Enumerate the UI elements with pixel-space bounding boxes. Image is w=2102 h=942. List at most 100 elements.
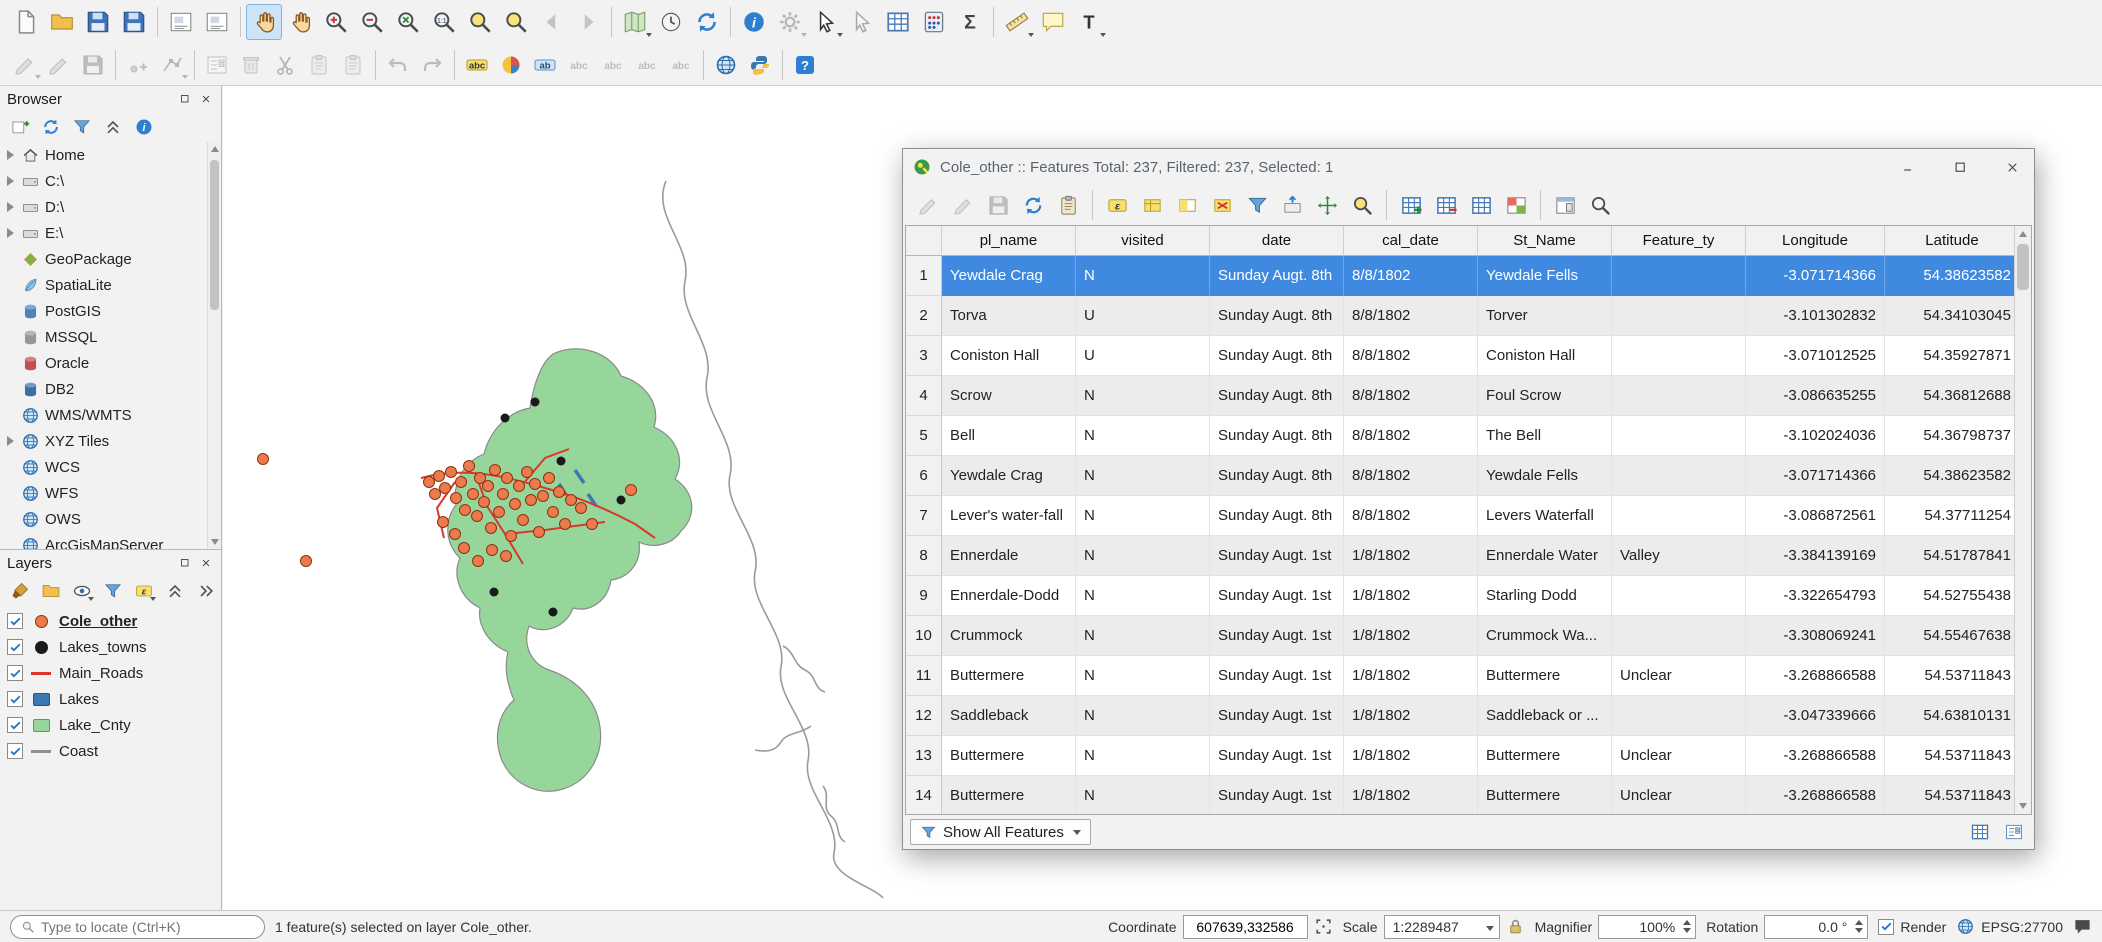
row-number[interactable]: 8 — [906, 536, 942, 576]
cell-feature-ty[interactable] — [1612, 256, 1746, 296]
cell-pl-name[interactable]: Ennerdale — [942, 536, 1076, 576]
cell-pl-name[interactable]: Coniston Hall — [942, 336, 1076, 376]
cell-longitude[interactable]: -3.322654793 — [1746, 576, 1885, 616]
cell-cal-date[interactable]: 1/8/1802 — [1344, 616, 1478, 656]
show-all-features-dropdown-icon[interactable] — [1073, 830, 1081, 835]
cell-date[interactable]: Sunday Augt. 8th — [1210, 256, 1344, 296]
zoom-in-button[interactable] — [318, 4, 354, 40]
cell-pl-name[interactable]: Lever's water-fall — [942, 496, 1076, 536]
cell-date[interactable]: Sunday Augt. 8th — [1210, 496, 1344, 536]
new-print-layout-button[interactable] — [163, 4, 199, 40]
row-number[interactable]: 13 — [906, 736, 942, 776]
layer-item-lake-cnty[interactable]: Lake_Cnty — [0, 712, 221, 738]
browser-item-wms-wmts[interactable]: WMS/WMTS — [5, 402, 207, 428]
expand-arrow-icon[interactable] — [5, 176, 16, 186]
cell-latitude[interactable]: 54.34103045 — [1885, 296, 2014, 336]
locate-box[interactable] — [10, 915, 265, 939]
cell-pl-name[interactable]: Bell — [942, 416, 1076, 456]
cell-st-name[interactable]: Torver — [1478, 296, 1612, 336]
vertex-tool-dropdown-icon[interactable] — [182, 75, 188, 79]
filter-by-expression-dropdown-icon[interactable] — [150, 597, 156, 601]
text-annotation-dropdown-icon[interactable] — [1100, 33, 1106, 37]
new-map-view-button[interactable] — [617, 4, 653, 40]
cell-latitude[interactable]: 54.53711843 — [1885, 776, 2014, 814]
table-scroll-up-icon[interactable] — [2015, 226, 2031, 242]
cell-feature-ty[interactable]: Unclear — [1612, 736, 1746, 776]
cell-date[interactable]: Sunday Augt. 8th — [1210, 416, 1344, 456]
browser-item-xyz-tiles[interactable]: XYZ Tiles — [5, 428, 207, 454]
layer-diagram-button[interactable] — [494, 48, 528, 82]
pin-labels-button[interactable] — [528, 48, 562, 82]
rotation-spinbox[interactable]: 0.0 ° — [1764, 915, 1868, 939]
map-tips-button[interactable] — [1035, 4, 1071, 40]
layer-item-lakes[interactable]: Lakes — [0, 686, 221, 712]
cell-longitude[interactable]: -3.071012525 — [1746, 336, 1885, 376]
crs-globe-icon[interactable] — [1956, 917, 1975, 936]
magnifier-spin-arrows[interactable] — [1683, 920, 1691, 933]
cell-longitude[interactable]: -3.101302832 — [1746, 296, 1885, 336]
zoom-to-layer-button[interactable] — [498, 4, 534, 40]
layer-checkbox[interactable] — [7, 691, 23, 707]
browser-item-db2[interactable]: DB2 — [5, 376, 207, 402]
cell-feature-ty[interactable]: Unclear — [1612, 656, 1746, 696]
extents-icon[interactable] — [1314, 917, 1333, 936]
browser-scroll-thumb[interactable] — [210, 160, 219, 310]
cell-pl-name[interactable]: Saddleback — [942, 696, 1076, 736]
browser-item-mssql[interactable]: MSSQL — [5, 324, 207, 350]
filter-select-form-button[interactable] — [1241, 189, 1273, 221]
cell-date[interactable]: Sunday Augt. 1st — [1210, 776, 1344, 814]
browser-collapse-all-button[interactable] — [100, 114, 126, 140]
cell-date[interactable]: Sunday Augt. 8th — [1210, 376, 1344, 416]
cell-date[interactable]: Sunday Augt. 8th — [1210, 456, 1344, 496]
new-project-button[interactable] — [8, 4, 44, 40]
help-button[interactable] — [788, 48, 822, 82]
layers-close-button[interactable] — [197, 555, 214, 572]
filter-legend-button[interactable] — [100, 578, 126, 604]
row-number[interactable]: 5 — [906, 416, 942, 456]
search-widget-button[interactable] — [1584, 189, 1616, 221]
layer-checkbox[interactable] — [7, 613, 23, 629]
select-all-button[interactable] — [1136, 189, 1168, 221]
cell-st-name[interactable]: Levers Waterfall — [1478, 496, 1612, 536]
cell-visited[interactable]: N — [1076, 376, 1210, 416]
row-number[interactable]: 4 — [906, 376, 942, 416]
select-by-expression-button[interactable] — [1101, 189, 1133, 221]
cell-feature-ty[interactable]: Unclear — [1612, 776, 1746, 814]
magnifier-spinbox[interactable]: 100% — [1598, 915, 1696, 939]
open-project-button[interactable] — [44, 4, 80, 40]
cell-pl-name[interactable]: Yewdale Crag — [942, 456, 1076, 496]
table-scroll-thumb[interactable] — [2017, 244, 2029, 290]
maximize-button[interactable] — [1938, 152, 1982, 182]
cell-cal-date[interactable]: 8/8/1802 — [1344, 296, 1478, 336]
expand-collapse-button[interactable] — [162, 578, 188, 604]
cell-visited[interactable]: N — [1076, 416, 1210, 456]
row-number[interactable]: 10 — [906, 616, 942, 656]
cell-feature-ty[interactable] — [1612, 296, 1746, 336]
dock-attribute-table-button[interactable] — [1549, 189, 1581, 221]
cell-cal-date[interactable]: 1/8/1802 — [1344, 776, 1478, 814]
browser-item-oracle[interactable]: Oracle — [5, 350, 207, 376]
add-group-button[interactable] — [38, 578, 64, 604]
table-row[interactable]: 1Yewdale CragNSunday Augt. 8th8/8/1802Ye… — [906, 256, 2014, 296]
cell-latitude[interactable]: 54.37711254 — [1885, 496, 2014, 536]
browser-item-c[interactable]: C:\ — [5, 168, 207, 194]
layer-item-lakes-towns[interactable]: Lakes_towns — [0, 634, 221, 660]
table-copy-rows-button[interactable] — [1052, 189, 1084, 221]
cell-st-name[interactable]: Yewdale Fells — [1478, 256, 1612, 296]
cell-pl-name[interactable]: Crummock — [942, 616, 1076, 656]
cell-visited[interactable]: N — [1076, 736, 1210, 776]
cell-feature-ty[interactable] — [1612, 696, 1746, 736]
cell-feature-ty[interactable] — [1612, 456, 1746, 496]
layer-checkbox[interactable] — [7, 639, 23, 655]
cell-cal-date[interactable]: 8/8/1802 — [1344, 336, 1478, 376]
cell-longitude[interactable]: -3.268866588 — [1746, 776, 1885, 814]
cell-latitude[interactable]: 54.53711843 — [1885, 736, 2014, 776]
column-header-visited[interactable]: visited — [1076, 226, 1210, 256]
invert-selection-button[interactable] — [1171, 189, 1203, 221]
scale-combo[interactable]: 1:2289487 — [1384, 915, 1500, 939]
cell-longitude[interactable]: -3.071714366 — [1746, 456, 1885, 496]
cell-feature-ty[interactable] — [1612, 496, 1746, 536]
statistical-summary-button[interactable] — [952, 4, 988, 40]
scroll-down-icon[interactable] — [208, 535, 221, 549]
cell-cal-date[interactable]: 8/8/1802 — [1344, 256, 1478, 296]
